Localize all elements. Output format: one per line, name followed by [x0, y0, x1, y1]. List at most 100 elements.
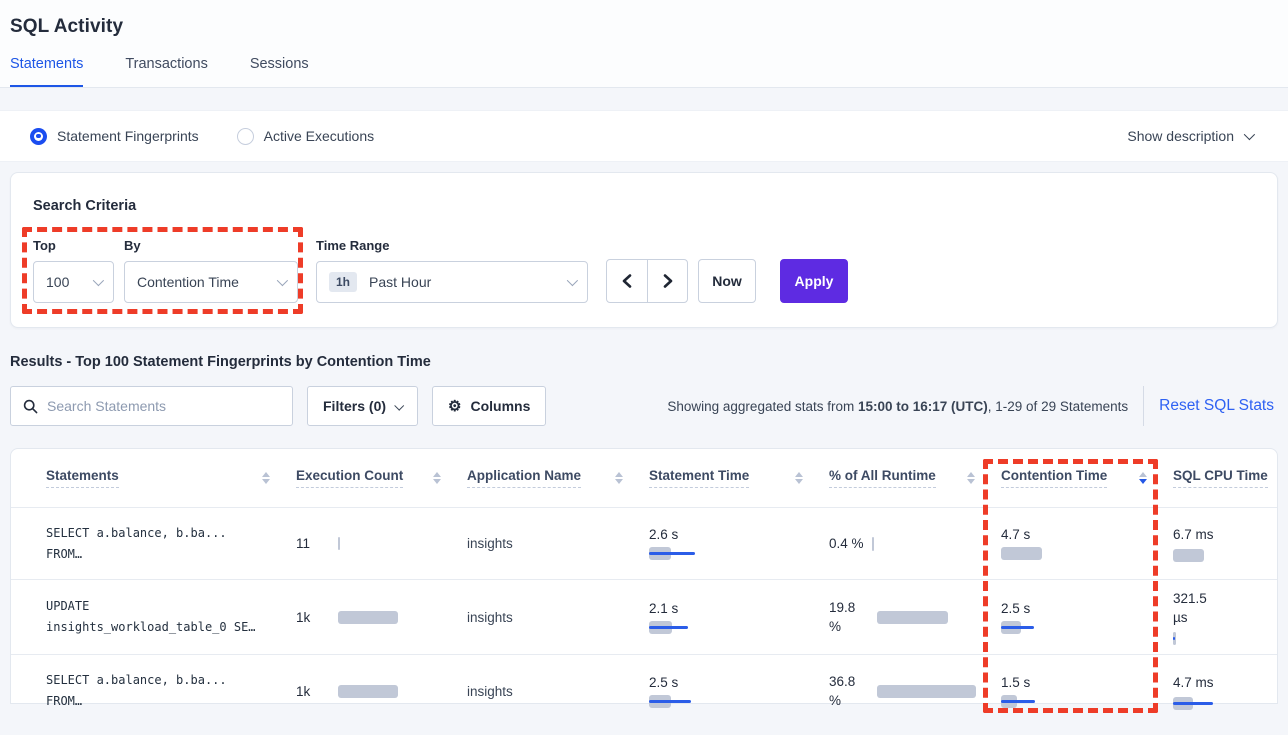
- pct-runtime-cell: 19.8 %: [829, 598, 1001, 636]
- table-row[interactable]: SELECT a.balance, b.ba... FROM… 11 insig…: [11, 508, 1277, 580]
- chevron-right-icon: [663, 274, 673, 288]
- sort-icon[interactable]: [615, 472, 623, 485]
- statement-time-cell: 2.6 s: [649, 527, 829, 560]
- stats-area: Showing aggregated stats from 15:00 to 1…: [667, 386, 1278, 426]
- by-field: By Contention Time: [124, 238, 298, 303]
- search-statements-input[interactable]: [47, 398, 282, 414]
- statement-cell[interactable]: UPDATE insights_workload_table_0 SE…: [46, 596, 296, 638]
- time-range-label: Time Range: [316, 238, 588, 253]
- chevron-down-icon: [394, 400, 404, 410]
- contention-time-line: [1001, 626, 1034, 629]
- apply-button[interactable]: Apply: [780, 259, 848, 303]
- contention-time-line: [1001, 700, 1035, 703]
- pct-runtime-bar: [877, 685, 976, 698]
- sort-icon[interactable]: [433, 472, 441, 485]
- statement-cell[interactable]: SELECT a.balance, b.ba... FROM…: [46, 523, 296, 565]
- contention-time-cell: 1.5 s: [1001, 675, 1173, 708]
- now-button[interactable]: Now: [698, 259, 756, 303]
- page-title: SQL Activity: [0, 0, 1288, 38]
- columns-label: Columns: [470, 398, 530, 414]
- statement-time-cell: 2.1 s: [649, 601, 829, 634]
- column-header-pct-runtime[interactable]: % of All Runtime: [829, 468, 1001, 488]
- table-row[interactable]: SELECT a.balance, b.ba... FROM… 1k insig…: [11, 655, 1277, 727]
- top-select[interactable]: 100: [33, 261, 114, 303]
- radio-unselected-icon: [237, 128, 254, 145]
- tab-bar: Statements Transactions Sessions: [10, 56, 309, 87]
- pct-runtime-cell: 0.4 %: [829, 534, 1001, 553]
- statement-time-line: [649, 552, 695, 555]
- radio-active-executions[interactable]: Active Executions: [237, 128, 375, 145]
- sort-icon-active-desc[interactable]: [1139, 472, 1147, 485]
- time-next-button[interactable]: [647, 260, 687, 302]
- time-range-field: Time Range 1h Past Hour: [316, 238, 588, 303]
- statement-time-line: [649, 626, 688, 629]
- sort-icon[interactable]: [795, 472, 803, 485]
- results-heading: Results - Top 100 Statement Fingerprints…: [10, 354, 1288, 370]
- sql-cpu-line: [1173, 637, 1175, 640]
- search-criteria-heading: Search Criteria: [33, 198, 1277, 214]
- divider: [1143, 386, 1144, 426]
- chevron-down-icon: [1244, 129, 1255, 140]
- by-select-value: Contention Time: [137, 274, 239, 290]
- execution-count-bar: [338, 537, 340, 550]
- top-select-value: 100: [46, 274, 69, 290]
- column-header-sql-cpu-time[interactable]: SQL CPU Time: [1173, 468, 1277, 488]
- pct-runtime-bar: [877, 611, 948, 624]
- tab-statements[interactable]: Statements: [10, 56, 83, 87]
- sort-icon[interactable]: [967, 472, 975, 485]
- sql-cpu-line: [1173, 702, 1213, 705]
- statement-search-box: [10, 386, 293, 426]
- statement-time-cell: 2.5 s: [649, 675, 829, 708]
- column-header-statements[interactable]: Statements: [46, 468, 296, 488]
- time-range-badge: 1h: [329, 272, 357, 292]
- aggregated-stats-text: Showing aggregated stats from 15:00 to 1…: [667, 399, 1128, 414]
- chevron-down-icon: [567, 275, 578, 286]
- column-header-statement-time[interactable]: Statement Time: [649, 468, 829, 488]
- filters-button[interactable]: Filters (0): [307, 386, 418, 426]
- show-description-toggle[interactable]: Show description: [1127, 128, 1252, 144]
- application-name-cell: insights: [467, 684, 649, 699]
- sort-icon[interactable]: [262, 472, 270, 485]
- results-controls-row: Filters (0) ⚙ Columns Showing aggregated…: [10, 386, 1278, 426]
- column-header-contention-time[interactable]: Contention Time: [1001, 468, 1173, 488]
- radio-label: Active Executions: [264, 128, 375, 144]
- execution-count-bar: [338, 685, 398, 698]
- top-header: SQL Activity Statements Transactions Ses…: [0, 0, 1288, 88]
- contention-time-cell: 4.7 s: [1001, 527, 1173, 560]
- column-header-application-name[interactable]: Application Name: [467, 468, 649, 488]
- statement-cell[interactable]: SELECT a.balance, b.ba... FROM…: [46, 670, 296, 712]
- pct-runtime-bar: [872, 537, 874, 551]
- sql-cpu-cell: 6.7 ms: [1173, 525, 1277, 562]
- table-header-row: Statements Execution Count Application N…: [11, 449, 1277, 508]
- top-label: Top: [33, 238, 114, 253]
- radio-label: Statement Fingerprints: [57, 128, 199, 144]
- sql-cpu-bar: [1173, 549, 1204, 562]
- table-row[interactable]: UPDATE insights_workload_table_0 SE… 1k …: [11, 580, 1277, 655]
- time-prev-button[interactable]: [607, 260, 647, 302]
- view-toggle-bar: Statement Fingerprints Active Executions…: [0, 110, 1288, 162]
- search-criteria-card: Search Criteria Top 100 By Contention Ti…: [10, 172, 1278, 328]
- reset-sql-stats-link[interactable]: Reset SQL Stats: [1159, 397, 1278, 415]
- execution-count-cell: 11: [296, 536, 467, 551]
- application-name-cell: insights: [467, 610, 649, 625]
- chevron-down-icon: [277, 275, 288, 286]
- contention-time-bar: [1001, 547, 1042, 560]
- sql-cpu-cell: 4.7 ms: [1173, 673, 1277, 710]
- tab-transactions[interactable]: Transactions: [125, 56, 207, 87]
- by-label: By: [124, 238, 298, 253]
- execution-count-cell: 1k: [296, 684, 467, 699]
- radio-statement-fingerprints[interactable]: Statement Fingerprints: [30, 128, 199, 145]
- chevron-down-icon: [93, 275, 104, 286]
- application-name-cell: insights: [467, 536, 649, 551]
- chevron-left-icon: [622, 274, 632, 288]
- time-range-select[interactable]: 1h Past Hour: [316, 261, 588, 303]
- column-header-execution-count[interactable]: Execution Count: [296, 468, 467, 488]
- time-nav-group: [606, 259, 688, 303]
- filters-label: Filters (0): [323, 398, 386, 414]
- top-field: Top 100: [33, 238, 114, 303]
- by-select[interactable]: Contention Time: [124, 261, 298, 303]
- columns-button[interactable]: ⚙ Columns: [432, 386, 546, 426]
- contention-time-cell: 2.5 s: [1001, 601, 1173, 634]
- tab-sessions[interactable]: Sessions: [250, 56, 309, 87]
- search-criteria-row: Top 100 By Contention Time Time Range 1h…: [33, 238, 1277, 303]
